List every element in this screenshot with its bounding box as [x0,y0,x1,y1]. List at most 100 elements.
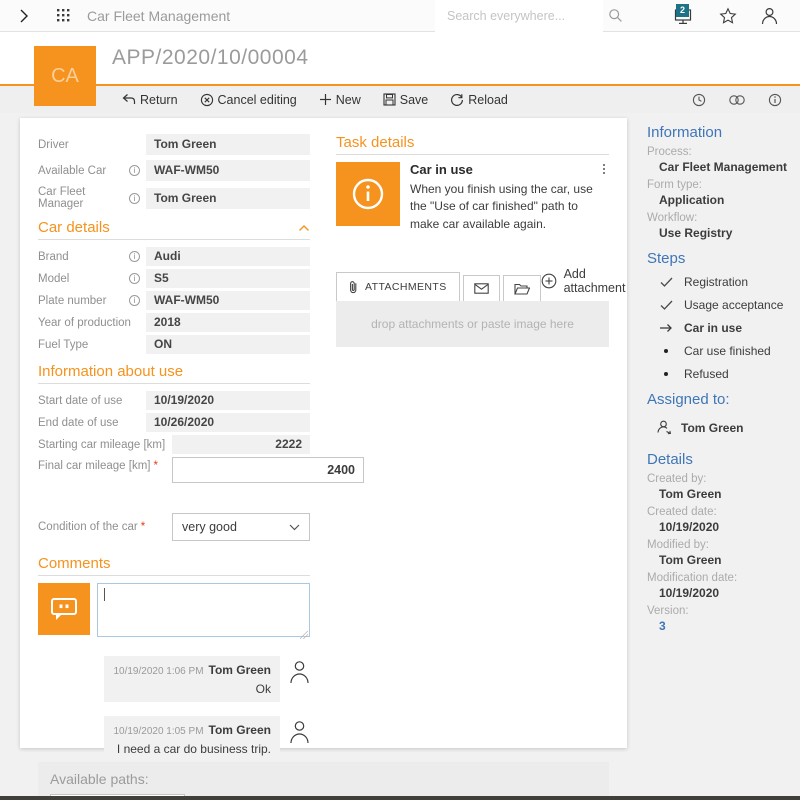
resize-grip[interactable] [300,631,308,639]
return-button[interactable]: Return [122,93,178,107]
search-icon[interactable] [608,8,623,23]
field-value-start-mileage: 2222 [172,435,310,454]
comment-composer [38,583,310,642]
field-value-brand: Audi [146,247,310,266]
favorites-star-icon[interactable] [719,7,737,25]
cancel-circle-icon [200,93,214,107]
reload-button[interactable]: Reload [450,93,508,107]
text-caret [104,588,105,601]
field-row-model: Modeli S5 [38,269,310,288]
cancel-editing-button[interactable]: Cancel editing [200,93,297,107]
sidebar-item-label: Process: [647,146,792,158]
sidebar-heading-information: Information [647,124,792,141]
tab-folder-attachments[interactable] [503,275,541,301]
sidebar-item-value: Car Fleet Management [659,160,792,174]
steps-list: Registration Usage acceptance Car in use… [659,275,792,381]
tab-attachments[interactable]: ATTACHMENTS [336,272,460,301]
required-marker: * [153,460,157,472]
field-label: Year of production [38,317,131,329]
chevron-down-icon [289,524,300,531]
attachment-tabs: ATTACHMENTS Add attachment [336,267,609,301]
comment-author: Tom Green [209,723,271,737]
available-paths-bar: Available paths: Use of car finished [38,762,609,800]
section-title: Comments [38,555,111,572]
field-info-icon[interactable]: i [129,251,140,262]
field-info-icon[interactable]: i [129,295,140,306]
sidebar-heading-details: Details [647,451,792,468]
step-label: Car use finished [684,344,771,358]
sidebar-item-label: Form type: [647,179,792,191]
task-details-column: Task details Car in use When you finish … [336,134,609,762]
comment-textarea-wrap [97,583,310,642]
top-bar: Car Fleet Management 2 [0,0,800,32]
attachments-tab-label: ATTACHMENTS [365,281,447,293]
field-info-icon[interactable]: i [129,273,140,284]
comment-box: 10/19/2020 1:05 PMTom Green I need a car… [104,716,280,762]
save-button[interactable]: Save [383,93,429,107]
condition-select[interactable]: very good [172,513,310,541]
sidebar-item-value: Use Registry [659,226,792,240]
tab-email-attachments[interactable] [463,275,500,301]
sidebar-item-label: Modified by: [647,539,792,551]
reload-label: Reload [468,93,508,107]
new-button[interactable]: New [319,93,361,107]
field-row-condition: Condition of the car * very good [38,513,310,541]
field-row-driver: Driver Tom Green [38,134,310,155]
collapse-chevron-icon[interactable] [298,224,310,232]
field-label: Final car mileage [km] [38,460,150,472]
sidebar-item-created-by: Created by: Tom Green [647,473,792,501]
sidebar-item-modified-by: Modified by: Tom Green [647,539,792,567]
sidebar-item-version: Version: 3 [647,605,792,633]
field-label: Car Fleet Manager [38,186,129,210]
comment-entry: 10/19/2020 1:06 PMTom Green Ok [38,656,310,702]
field-label: Condition of the car [38,521,138,533]
info-circle-icon[interactable] [768,93,782,107]
comment-bubble-icon[interactable] [38,583,90,635]
app-grid-icon[interactable] [56,8,71,23]
comment-entry: 10/19/2020 1:05 PMTom Green I need a car… [38,716,310,762]
history-clock-icon[interactable] [692,93,706,107]
field-row-car-fleet-manager: Car Fleet Manageri Tom Green [38,186,310,210]
my-tasks-icon[interactable]: 2 [673,6,695,26]
field-label: Plate number [38,295,106,307]
field-row-plate-number: Plate numberi WAF-WM50 [38,291,310,310]
person-icon [289,660,310,684]
task-info: Car in use When you finish using the car… [410,162,609,233]
comment-textarea[interactable] [97,583,310,637]
required-marker: * [141,521,145,533]
add-attachment-button[interactable]: Add attachment [541,267,626,301]
step-usage-acceptance: Usage acceptance [659,298,792,312]
search-box[interactable] [435,0,603,32]
field-value-model: S5 [146,269,310,288]
available-paths-title: Available paths: [50,771,597,787]
search-input[interactable] [447,9,608,23]
field-label: End date of use [38,417,119,429]
share-link-icon[interactable] [728,94,746,106]
topbar-icons: 2 [673,6,778,26]
section-task-details: Task details [336,134,609,155]
field-label: Starting car mileage [km] [38,439,165,451]
field-info-icon[interactable]: i [129,165,140,176]
section-car-details: Car details [38,219,310,240]
toolbar-buttons: Return Cancel editing New Save Reload [122,93,508,107]
reload-icon [450,93,464,107]
user-profile-icon[interactable] [761,7,778,25]
sidebar-item-value: 10/19/2020 [659,586,792,600]
expand-menu-icon[interactable] [18,8,30,24]
field-row-available-car: Available Cari WAF-WM50 [38,160,310,181]
section-title: Information about use [38,363,183,380]
section-information-about-use: Information about use [38,363,310,384]
sidebar-item-version-value[interactable]: 3 [659,619,792,633]
field-value-year: 2018 [146,313,310,332]
task-count-badge: 2 [676,4,689,17]
field-row-end-date: End date of use 10/26/2020 [38,413,310,432]
sidebar-item-process: Process: Car Fleet Management [647,146,792,174]
task-menu-kebab-icon[interactable] [599,162,609,176]
field-row-fuel-type: Fuel Type ON [38,335,310,354]
add-attachment-label: Add attachment [564,267,626,295]
field-info-icon[interactable]: i [129,193,140,204]
plus-icon [319,93,332,106]
bullet-icon [659,372,673,376]
attachment-dropzone[interactable]: drop attachments or paste image here [336,301,609,347]
field-label: Available Car [38,165,106,177]
